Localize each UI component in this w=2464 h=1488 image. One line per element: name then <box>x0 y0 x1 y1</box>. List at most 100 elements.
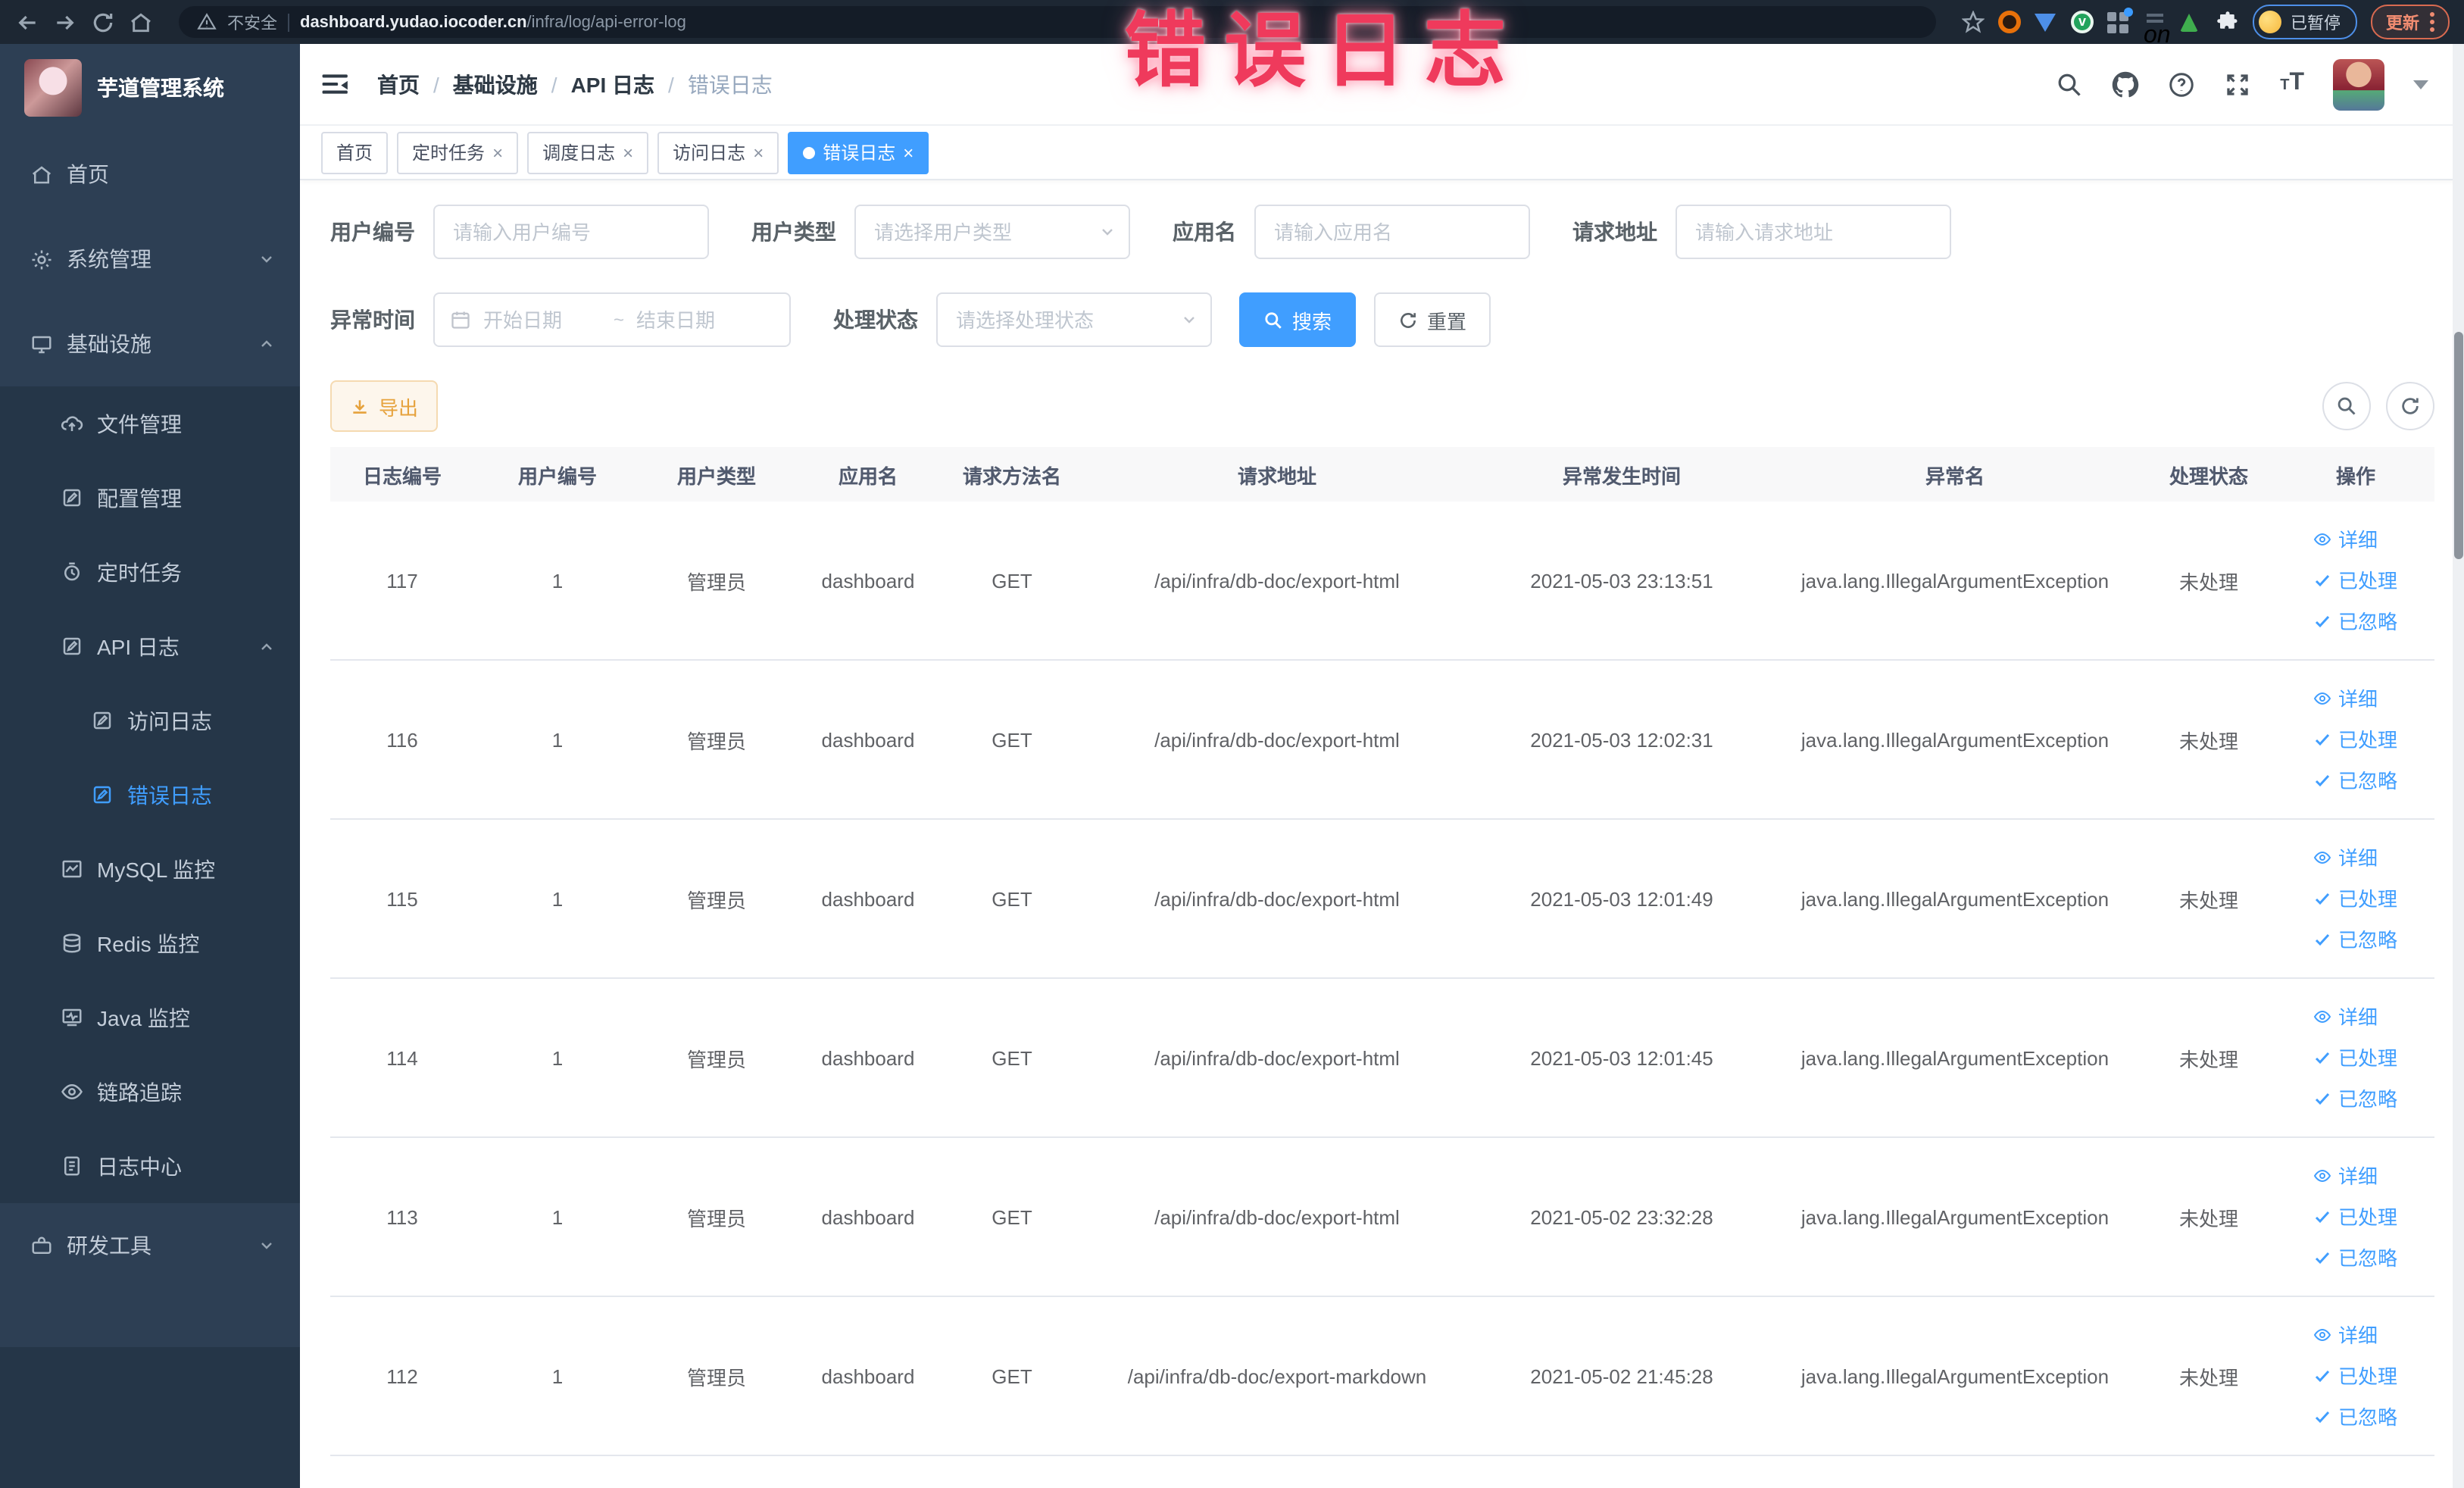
sidebar-toggle-icon[interactable] <box>321 70 350 98</box>
user-id-input[interactable] <box>435 220 707 243</box>
sidebar-item-system[interactable]: 系统管理 <box>0 217 300 302</box>
tab-label: 定时任务 <box>412 142 486 164</box>
back-icon[interactable] <box>15 10 39 34</box>
cell-user-type: 管理员 <box>686 889 746 911</box>
sidebar: 芋道管理系统 首页 系统管理 基础设施 文件管理 配置管理 定时任务 API 日… <box>0 44 300 1488</box>
tab-scheduled-jobs[interactable]: 定时任务 × <box>397 131 519 173</box>
font-size-icon[interactable]: TT <box>2280 69 2304 99</box>
search-button[interactable]: 搜索 <box>1239 292 1357 347</box>
processed-link[interactable]: 已处理 <box>2314 560 2397 601</box>
breadcrumb-infra[interactable]: 基础设施 <box>453 69 538 99</box>
user-avatar[interactable] <box>2333 58 2384 110</box>
timer-icon <box>64 562 80 581</box>
close-icon[interactable]: × <box>753 143 764 161</box>
search-icon[interactable] <box>2056 70 2083 98</box>
bookmark-star-icon[interactable] <box>1962 11 1985 33</box>
java-monitor-icon <box>62 1008 82 1027</box>
ignored-link[interactable]: 已忽略 <box>2314 1078 2397 1119</box>
sidebar-item-devtools[interactable]: 研发工具 <box>0 1203 300 1288</box>
avatar-caret-icon[interactable] <box>2413 80 2428 89</box>
sidebar-item-mysql-monitor[interactable]: MySQL 监控 <box>0 832 300 906</box>
sidebar-item-config-manage[interactable]: 配置管理 <box>0 461 300 535</box>
breadcrumb-api-log[interactable]: API 日志 <box>571 69 654 99</box>
extension-adblock-icon[interactable] <box>1998 11 2021 33</box>
export-button[interactable]: 导出 <box>330 380 439 432</box>
processed-link[interactable]: 已处理 <box>2314 1355 2397 1396</box>
exception-time-range-picker[interactable]: ~ <box>433 292 791 347</box>
detail-link[interactable]: 详细 <box>2314 1155 2397 1196</box>
forward-icon[interactable] <box>53 10 77 34</box>
ignored-link-label: 已忽略 <box>2338 1087 2397 1110</box>
start-date-input[interactable] <box>477 308 607 331</box>
reset-button[interactable]: 重置 <box>1374 292 1491 347</box>
fullscreen-icon[interactable] <box>2224 70 2251 98</box>
eye-icon <box>61 1083 83 1100</box>
ignored-link[interactable]: 已忽略 <box>2314 601 2397 642</box>
processed-link[interactable]: 已处理 <box>2314 1037 2397 1078</box>
page-scrollbar[interactable] <box>2453 44 2464 1488</box>
scrollbar-thumb[interactable] <box>2454 332 2463 559</box>
close-icon[interactable]: × <box>903 143 913 161</box>
request-url-input[interactable] <box>1677 220 1950 243</box>
ignored-link[interactable]: 已忽略 <box>2314 1396 2397 1437</box>
sidebar-item-tracing[interactable]: 链路追踪 <box>0 1055 300 1129</box>
end-date-input[interactable] <box>630 308 761 331</box>
app-name-input[interactable] <box>1256 220 1529 243</box>
breadcrumb-home[interactable]: 首页 <box>377 69 420 99</box>
user-type-select[interactable] <box>854 205 1130 259</box>
extension-v-icon[interactable]: v <box>2071 11 2094 33</box>
processed-link[interactable]: 已处理 <box>2314 719 2397 760</box>
detail-link[interactable]: 详细 <box>2314 837 2397 878</box>
sidebar-item-access-log[interactable]: 访问日志 <box>0 683 300 758</box>
sidebar-item-home[interactable]: 首页 <box>0 132 300 217</box>
address-divider <box>288 13 289 31</box>
browser-update-button[interactable]: 更新 <box>2371 5 2450 39</box>
extensions-puzzle-icon[interactable] <box>2216 11 2239 33</box>
sidebar-item-file-manage[interactable]: 文件管理 <box>0 386 300 461</box>
tab-error-log[interactable]: 错误日志 × <box>788 131 929 173</box>
detail-link[interactable]: 详细 <box>2314 996 2397 1037</box>
reload-icon[interactable] <box>91 10 115 34</box>
processed-link[interactable]: 已处理 <box>2314 1196 2397 1237</box>
cell-app-name: dashboard <box>821 1365 915 1387</box>
detail-link[interactable]: 详细 <box>2314 1315 2397 1355</box>
ignored-link[interactable]: 已忽略 <box>2314 760 2397 801</box>
help-icon[interactable] <box>2168 70 2195 98</box>
tab-home[interactable]: 首页 <box>321 131 389 173</box>
extension-grid-icon[interactable] <box>2107 7 2133 34</box>
ignored-link[interactable]: 已忽略 <box>2314 919 2397 960</box>
ignored-link[interactable]: 已忽略 <box>2314 1237 2397 1278</box>
processed-link[interactable]: 已处理 <box>2314 878 2397 919</box>
user-type-input[interactable] <box>856 220 1098 243</box>
toggle-search-button[interactable] <box>2322 382 2371 430</box>
extension-switch-icon[interactable]: on <box>2144 11 2171 48</box>
app-logo[interactable]: 芋道管理系统 <box>0 44 300 132</box>
detail-link[interactable]: 详细 <box>2314 678 2397 719</box>
home-icon[interactable] <box>129 10 153 34</box>
close-icon[interactable]: × <box>623 143 633 161</box>
sidebar-item-log-center[interactable]: 日志中心 <box>0 1129 300 1203</box>
cell-app-name: dashboard <box>821 728 915 751</box>
sidebar-item-api-log[interactable]: API 日志 <box>0 609 300 683</box>
profile-paused-chip[interactable]: 已暂停 <box>2253 5 2357 39</box>
tab-access-log[interactable]: 访问日志 × <box>657 131 779 173</box>
extension-sprout-icon[interactable] <box>2180 11 2203 33</box>
github-icon[interactable] <box>2112 70 2139 98</box>
refresh-table-button[interactable] <box>2386 382 2434 430</box>
sidebar-submenu-infra: 文件管理 配置管理 定时任务 API 日志 访问日志 错误日志 MySQL 监控… <box>0 386 300 1203</box>
close-icon[interactable]: × <box>492 143 503 161</box>
eye-icon <box>2314 533 2332 546</box>
address-bar[interactable]: 不安全 dashboard.yudao.iocoder.cn/infra/log… <box>179 6 1936 38</box>
sidebar-item-error-log[interactable]: 错误日志 <box>0 758 300 832</box>
process-status-input[interactable] <box>938 308 1180 331</box>
sidebar-item-scheduled-jobs[interactable]: 定时任务 <box>0 535 300 609</box>
detail-link[interactable]: 详细 <box>2314 519 2397 560</box>
sidebar-item-infra[interactable]: 基础设施 <box>0 302 300 386</box>
sidebar-item-redis-monitor[interactable]: Redis 监控 <box>0 906 300 980</box>
sidebar-item-java-monitor[interactable]: Java 监控 <box>0 980 300 1055</box>
extension-shield-icon[interactable] <box>2035 11 2057 33</box>
cell-user-id: 1 <box>551 1205 564 1228</box>
tab-schedule-log[interactable]: 调度日志 × <box>527 131 649 173</box>
browser-menu-icon[interactable] <box>2430 12 2434 32</box>
process-status-select[interactable] <box>936 292 1212 347</box>
